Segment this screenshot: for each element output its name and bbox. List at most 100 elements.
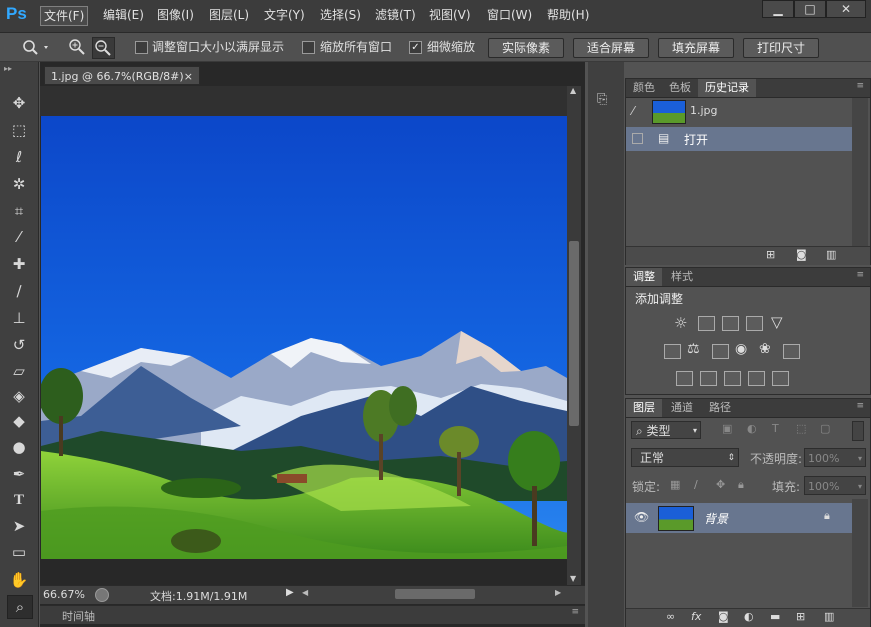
menu-select[interactable]: 选择(S) [317, 6, 364, 24]
channel-mixer-icon[interactable]: ❀ [759, 341, 771, 357]
document-tab[interactable]: 1.jpg @ 66.7%(RGB/8#) × [44, 66, 200, 85]
levels-icon[interactable] [698, 316, 715, 331]
history-step-row[interactable]: ▤ 打开 [626, 127, 852, 151]
panel-menu-icon[interactable]: ≡ [856, 81, 864, 91]
chevron-down-icon[interactable]: ▾ [858, 449, 862, 468]
tab-adjustments[interactable]: 调整 [626, 268, 662, 286]
blur-tool-icon[interactable]: ◆ [7, 410, 31, 432]
black-white-icon[interactable] [712, 344, 729, 359]
link-layers-icon[interactable]: ∞ [666, 610, 675, 623]
lock-position-icon[interactable]: ✥ [716, 478, 725, 491]
zoom-all-checkbox[interactable] [302, 41, 315, 54]
new-adjustment-layer-icon[interactable]: ◐ [744, 610, 754, 623]
restore-button[interactable]: □ [794, 0, 826, 18]
hue-saturation-icon[interactable] [664, 344, 681, 359]
scrubby-zoom-checkbox[interactable]: ✓ [409, 41, 422, 54]
minimize-button[interactable]: ▁ [762, 0, 794, 18]
scroll-up-icon[interactable]: ▲ [570, 86, 576, 95]
tab-history[interactable]: 历史记录 [698, 79, 756, 97]
fill-field[interactable]: 100% ▾ [804, 476, 866, 495]
collapse-icon[interactable]: ▸▸ [4, 64, 12, 73]
filter-pixel-icon[interactable]: ▣ [722, 422, 732, 435]
close-button[interactable]: ✕ [826, 0, 866, 18]
panel-menu-icon[interactable]: ≡ [571, 607, 579, 617]
gradient-map-icon[interactable] [772, 371, 789, 386]
curves-icon[interactable] [722, 316, 739, 331]
zoom-out-toggle[interactable] [92, 37, 115, 59]
zoom-tool-icon[interactable]: ⌕ [7, 595, 33, 619]
filter-type-icon[interactable]: T [772, 422, 779, 435]
scroll-right-icon[interactable]: ▶ [555, 588, 561, 597]
brush-tool-icon[interactable]: ∕ [7, 280, 31, 302]
layer-filter-select[interactable]: ⌕ 类型 ▾ [631, 421, 701, 439]
fill-screen-button[interactable]: 填充屏幕 [658, 38, 734, 58]
chevron-down-icon[interactable]: ▾ [858, 477, 862, 496]
opacity-field[interactable]: 100% ▾ [804, 448, 866, 467]
status-info-icon[interactable] [95, 588, 109, 602]
filter-adjustment-icon[interactable]: ◐ [747, 422, 757, 435]
path-selection-tool-icon[interactable]: ➤ [7, 515, 31, 537]
history-brush-source-icon[interactable]: ⁄ [632, 104, 634, 118]
blend-mode-select[interactable]: 正常 ⇕ [631, 448, 739, 467]
layer-style-icon[interactable]: fx [691, 610, 701, 623]
healing-brush-tool-icon[interactable]: ✚ [7, 253, 31, 275]
filter-shape-icon[interactable]: ⬚ [796, 422, 806, 435]
status-menu-arrow-icon[interactable]: ▶ [286, 587, 294, 598]
add-mask-icon[interactable]: ◙ [718, 610, 729, 623]
fit-window-checkbox[interactable] [135, 41, 148, 54]
lock-transparent-icon[interactable]: ▦ [670, 478, 680, 491]
tab-color[interactable]: 颜色 [626, 79, 662, 97]
tab-layers[interactable]: 图层 [626, 399, 662, 417]
scroll-left-icon[interactable]: ◀ [302, 588, 308, 597]
exposure-icon[interactable] [746, 316, 763, 331]
brightness-contrast-icon[interactable]: ☼ [674, 314, 687, 332]
zoom-in-icon[interactable] [68, 38, 86, 56]
move-tool-icon[interactable]: ✥ [7, 92, 31, 114]
layer-row[interactable]: 👁︎ 背景 🔒︎ [626, 503, 852, 533]
zoom-level[interactable]: 66.67% [43, 588, 85, 601]
lock-image-icon[interactable]: ∕ [694, 478, 698, 491]
menu-view[interactable]: 视图(V) [426, 6, 474, 24]
paint-bucket-tool-icon[interactable]: ◈ [7, 385, 31, 407]
menu-filter[interactable]: 滤镜(T) [372, 6, 419, 24]
posterize-icon[interactable] [700, 371, 717, 386]
color-balance-icon[interactable]: ⚖ [687, 341, 700, 357]
rectangle-tool-icon[interactable]: ▭ [7, 541, 31, 563]
tab-swatches[interactable]: 色板 [662, 79, 698, 97]
timeline-tab[interactable]: 时间轴 [62, 608, 95, 624]
trash-icon[interactable]: ▥ [826, 248, 836, 261]
trash-icon[interactable]: ▥ [824, 610, 834, 623]
fit-screen-button[interactable]: 适合屏幕 [573, 38, 649, 58]
eye-icon[interactable]: 👁︎ [634, 510, 649, 524]
horizontal-scroll-thumb[interactable] [395, 589, 475, 599]
magic-wand-tool-icon[interactable]: ✲ [7, 173, 31, 195]
crop-tool-icon[interactable]: ⌗ [7, 200, 31, 222]
menu-edit[interactable]: 编辑(E) [100, 6, 147, 24]
canvas-image[interactable] [41, 116, 567, 559]
filter-toggle[interactable] [852, 421, 864, 441]
dodge-tool-icon[interactable]: ● [7, 436, 31, 458]
close-tab-icon[interactable]: × [184, 67, 193, 86]
filter-smart-object-icon[interactable]: ▢ [820, 422, 830, 435]
zoom-tool-preset-icon[interactable] [22, 39, 52, 55]
vertical-scroll-thumb[interactable] [569, 241, 579, 426]
vibrance-icon[interactable]: ▽ [771, 313, 783, 331]
tab-styles[interactable]: 样式 [664, 268, 700, 286]
vertical-scrollbar[interactable]: ▲ ▼ [567, 86, 581, 586]
stamp-tool-icon[interactable]: ⊥ [7, 307, 31, 329]
selective-color-icon[interactable] [748, 371, 765, 386]
history-brush-tool-icon[interactable]: ↺ [7, 334, 31, 356]
print-size-button[interactable]: 打印尺寸 [743, 38, 819, 58]
new-document-from-state-icon[interactable]: ⊞ [766, 248, 775, 261]
eraser-tool-icon[interactable]: ▱ [7, 360, 31, 382]
photo-filter-icon[interactable]: ◉ [735, 341, 747, 357]
history-panel-icon[interactable]: ⎘ [597, 92, 615, 108]
new-group-icon[interactable]: ▬ [770, 610, 780, 623]
hand-tool-icon[interactable]: ✋ [7, 569, 31, 591]
invert-icon[interactable] [676, 371, 693, 386]
lock-all-icon[interactable]: 🔒︎ [738, 478, 744, 492]
scroll-down-icon[interactable]: ▼ [570, 574, 576, 583]
color-lookup-icon[interactable] [783, 344, 800, 359]
camera-icon[interactable]: ◙ [796, 248, 807, 261]
threshold-icon[interactable] [724, 371, 741, 386]
